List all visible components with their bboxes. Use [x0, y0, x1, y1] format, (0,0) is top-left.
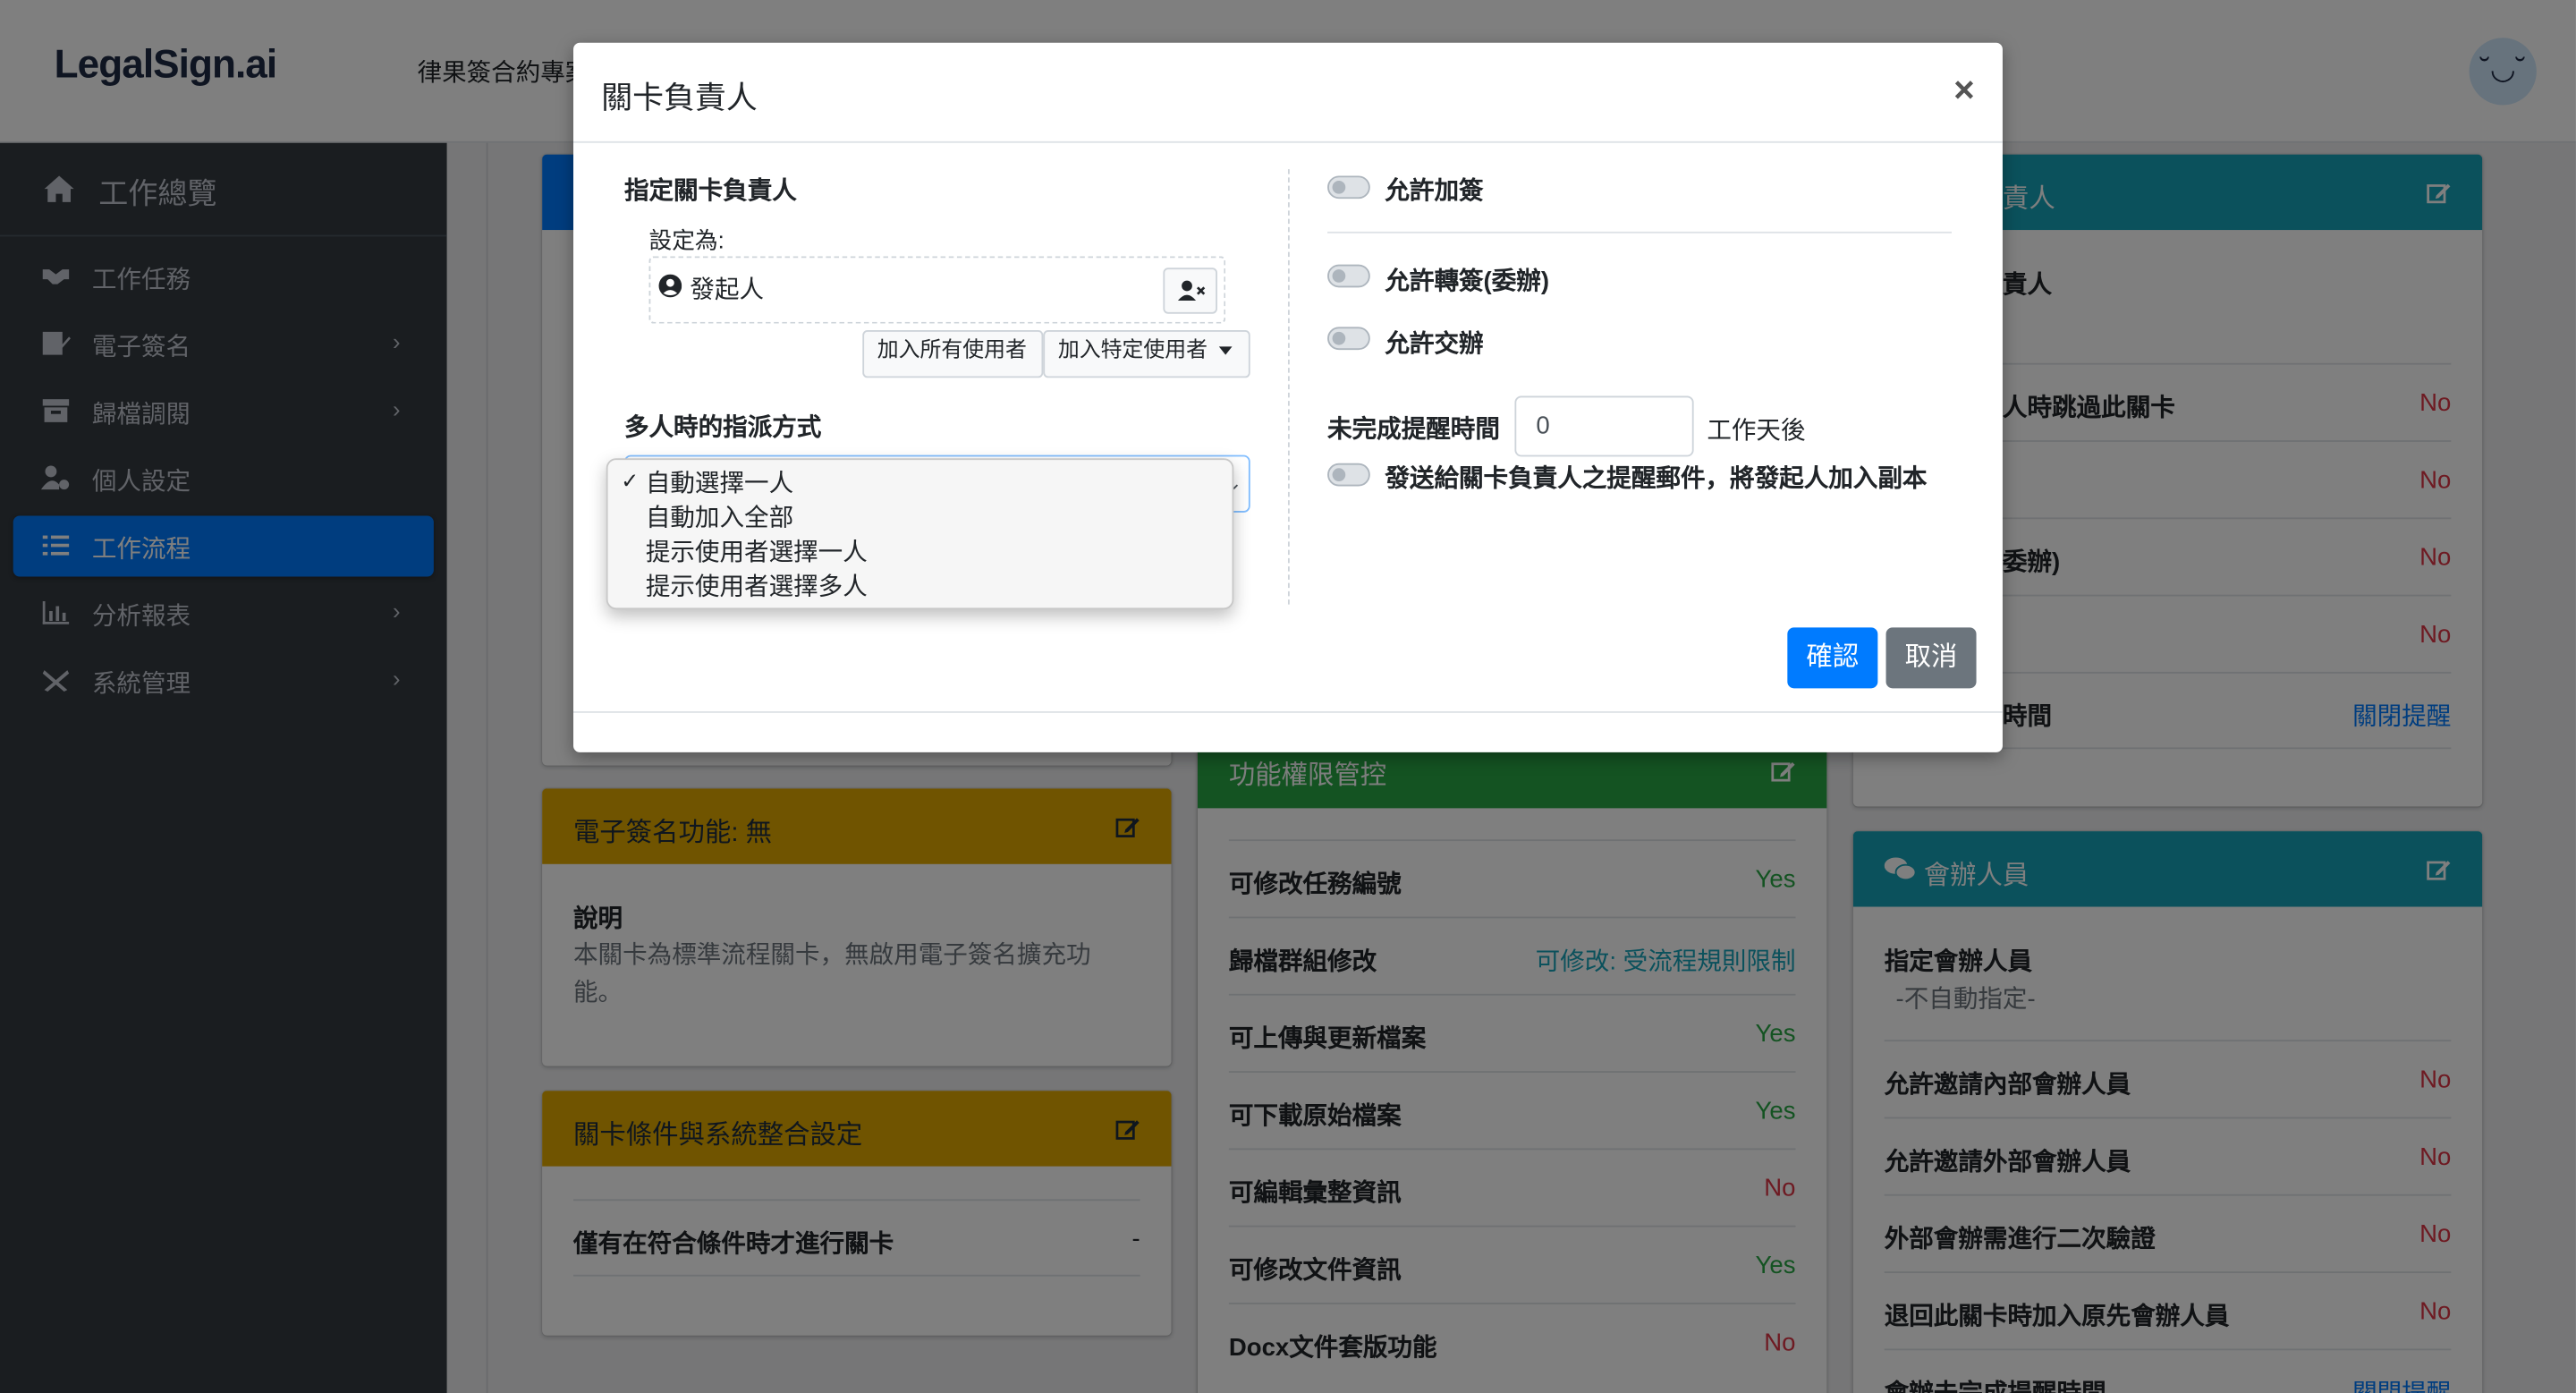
stage-owner-modal: 關卡負責人 × 指定關卡負責人 設定為: 發起人 加入所有使用者 加入特定使用者…	[573, 42, 2003, 752]
assignee-name: 發起人	[690, 276, 765, 304]
user-times-icon	[1177, 280, 1206, 302]
add-all-users-button[interactable]: 加入所有使用者	[862, 330, 1044, 378]
multi-assign-heading: 多人時的指派方式	[623, 413, 822, 442]
cancel-button[interactable]: 取消	[1885, 627, 1977, 689]
select-option[interactable]: 自動加入全部	[646, 499, 793, 534]
dropdown-label: 加入特定使用者	[1057, 336, 1208, 361]
select-option[interactable]: 自動選擇一人	[646, 465, 793, 500]
divider	[1327, 231, 1952, 234]
select-option[interactable]: 提示使用者選擇一人	[646, 534, 868, 569]
allow-add-sign-toggle[interactable]	[1327, 175, 1370, 200]
check-icon: ✓	[621, 468, 640, 493]
assign-heading: 指定關卡負責人	[623, 177, 797, 206]
assignee-list: 發起人	[648, 256, 1226, 324]
toggle-label: 允許加簽	[1385, 177, 1484, 206]
allow-handover-toggle[interactable]	[1327, 327, 1370, 351]
toggle-label: 允許轉簽(委辦)	[1385, 268, 1550, 296]
reminder-unit: 工作天後	[1707, 417, 1806, 446]
cc-initiator-toggle[interactable]	[1327, 463, 1370, 487]
close-button[interactable]: ×	[1953, 69, 1975, 112]
select-option[interactable]: 提示使用者選擇多人	[646, 568, 868, 603]
modal-header: 關卡負責人 ×	[573, 43, 2003, 143]
modal-title: 關卡負責人	[601, 81, 758, 117]
panel-divider	[1287, 169, 1290, 605]
remove-user-button[interactable]	[1163, 268, 1217, 314]
caret-down-icon	[1218, 346, 1233, 355]
confirm-button[interactable]: 確認	[1787, 627, 1878, 689]
user-circle-icon	[658, 274, 682, 298]
toggle-label: 發送給關卡負責人之提醒郵件，將發起人加入副本	[1385, 464, 1928, 493]
toggle-label: 允許交辦	[1385, 330, 1484, 359]
modal-footer	[573, 711, 2003, 713]
reminder-label: 未完成提醒時間	[1327, 415, 1500, 444]
reminder-days-input[interactable]: 0	[1514, 395, 1694, 457]
allow-transfer-toggle[interactable]	[1327, 264, 1370, 288]
add-specific-user-dropdown[interactable]: 加入特定使用者	[1043, 330, 1250, 378]
select-options-popup: ✓ 自動選擇一人 自動加入全部 提示使用者選擇一人 提示使用者選擇多人	[606, 458, 1234, 610]
set-as-label: 設定為:	[648, 226, 724, 253]
